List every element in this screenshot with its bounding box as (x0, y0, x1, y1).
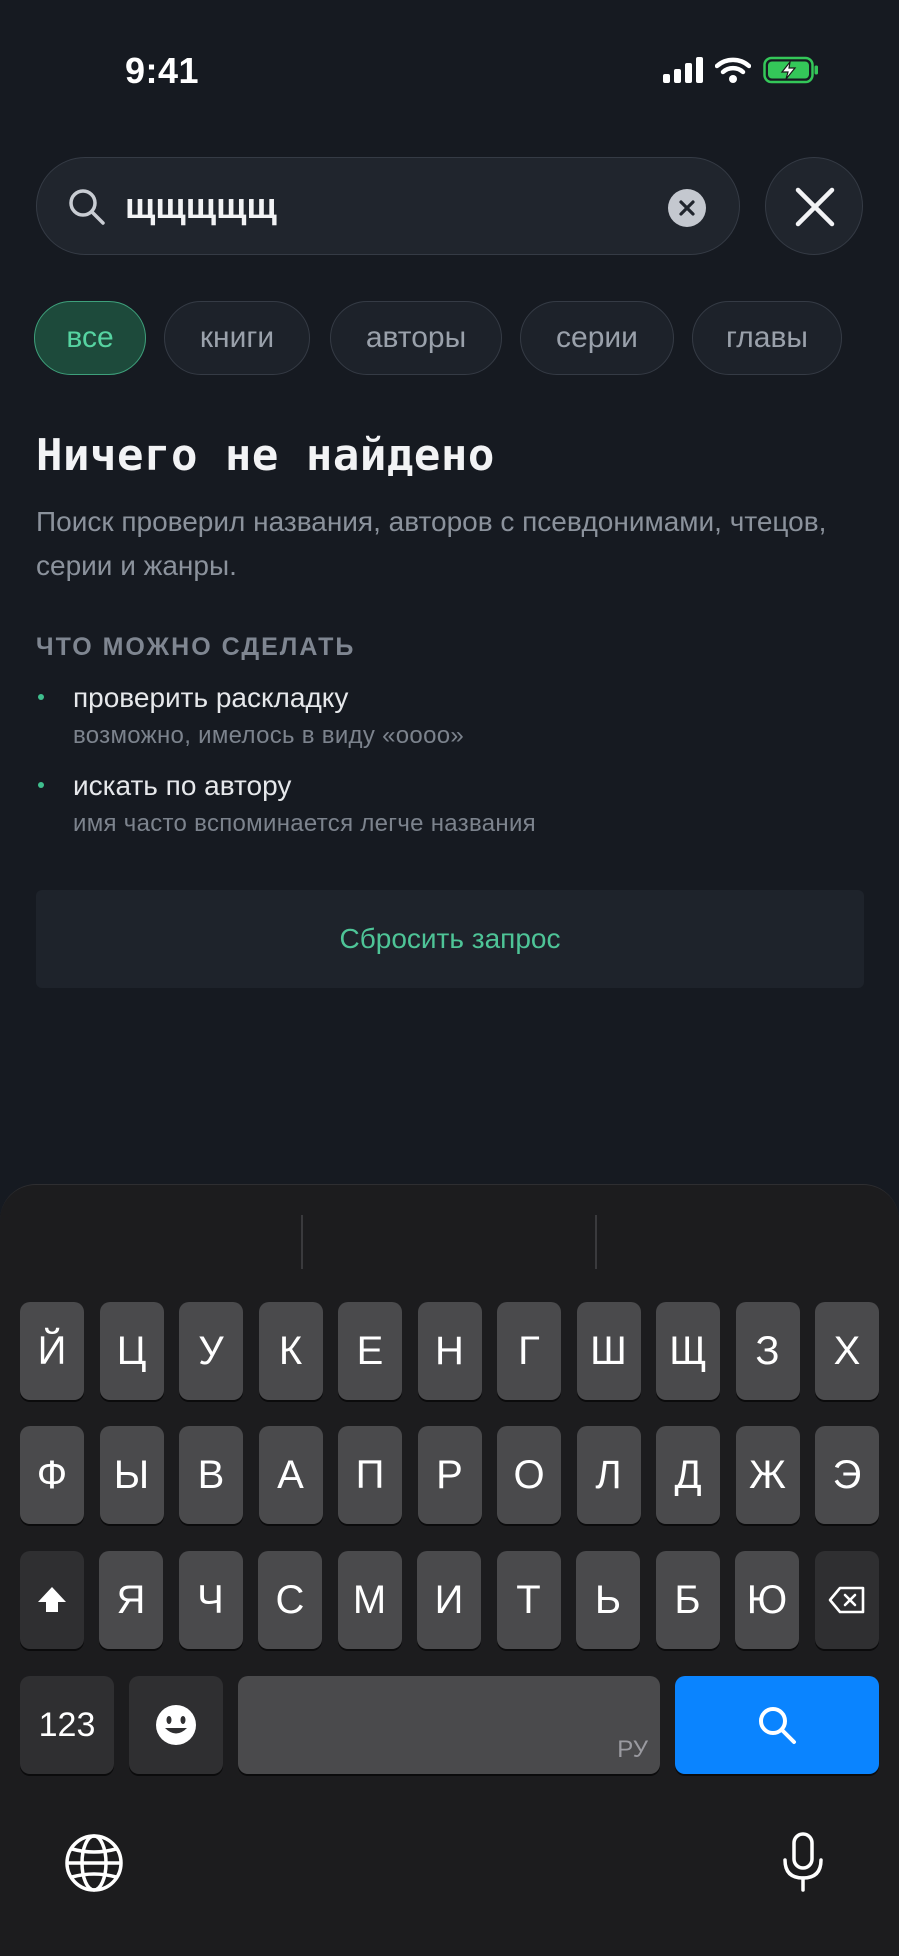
filter-chip-books[interactable]: книги (164, 301, 310, 375)
filter-chip-all[interactable]: все (34, 301, 146, 375)
key[interactable]: Д (656, 1426, 720, 1524)
suggestion-subtitle: имя часто вспоминается легче названия (73, 810, 536, 837)
filter-chip-series[interactable]: серии (520, 301, 674, 375)
globe-icon[interactable] (63, 1832, 125, 1894)
key[interactable]: Й (20, 1302, 84, 1400)
key[interactable]: П (338, 1426, 402, 1524)
close-icon (795, 187, 835, 227)
language-label: РУ (617, 1736, 648, 1763)
key[interactable]: Ю (735, 1551, 799, 1649)
microphone-icon[interactable] (780, 1832, 826, 1894)
key[interactable]: И (417, 1551, 481, 1649)
battery-charging-icon (763, 56, 818, 84)
key[interactable]: Ж (735, 1426, 800, 1524)
close-search-button[interactable] (765, 157, 863, 255)
shift-icon (38, 1587, 66, 1612)
search-screen: 9:41 щщщщщ все книги авторы серии главы … (0, 0, 899, 1184)
cellular-signal-icon (663, 57, 703, 83)
key[interactable]: Т (496, 1551, 561, 1649)
shift-key[interactable] (20, 1551, 84, 1649)
search-input[interactable]: щщщщщ (125, 185, 277, 227)
key[interactable]: З (735, 1302, 800, 1400)
suggestion-title: проверить раскладку (73, 682, 349, 713)
key[interactable]: Б (655, 1551, 720, 1649)
key[interactable]: Г (497, 1302, 561, 1400)
key[interactable]: Е (338, 1302, 402, 1400)
key[interactable]: Ь (576, 1551, 640, 1649)
key[interactable]: Ч (178, 1551, 243, 1649)
search-key[interactable] (675, 1676, 879, 1774)
filter-chip-authors[interactable]: авторы (330, 301, 502, 375)
key[interactable]: Р (417, 1426, 482, 1524)
key[interactable]: Н (417, 1302, 482, 1400)
wifi-icon (715, 57, 751, 83)
emoji-icon (156, 1705, 196, 1745)
status-icons (663, 56, 819, 84)
key[interactable]: О (497, 1426, 561, 1524)
key[interactable]: Ы (99, 1426, 164, 1524)
key[interactable]: Л (576, 1426, 641, 1524)
key[interactable]: К (258, 1302, 323, 1400)
key[interactable]: Я (99, 1551, 163, 1649)
suggestion-subtitle: возможно, имелось в виду «oooo» (73, 722, 465, 749)
key[interactable]: Щ (656, 1302, 720, 1400)
emoji-key[interactable] (129, 1676, 223, 1774)
clear-search-icon[interactable] (668, 189, 706, 227)
key[interactable]: М (337, 1551, 402, 1649)
bullet-icon (38, 782, 44, 788)
status-time: 9:41 (125, 50, 200, 91)
key[interactable]: В (179, 1426, 243, 1524)
key[interactable]: Ц (99, 1302, 164, 1400)
suggestions-heading: ЧТО МОЖНО СДЕЛАТЬ (36, 633, 356, 661)
space-key[interactable]: РУ (238, 1676, 660, 1774)
key[interactable]: А (258, 1426, 323, 1524)
key[interactable]: Ф (20, 1426, 84, 1524)
reset-query-button[interactable]: Сбросить запрос (36, 890, 864, 988)
numbers-key[interactable]: 123 (20, 1676, 114, 1774)
suggestion-divider (595, 1215, 597, 1269)
empty-state-title: Ничего не найдено (36, 430, 495, 481)
bullet-icon (38, 694, 44, 700)
backspace-key[interactable] (815, 1551, 879, 1649)
search-icon (69, 189, 105, 225)
search-field[interactable]: щщщщщ (36, 157, 740, 255)
suggestion-title: искать по автору (73, 770, 292, 801)
key[interactable]: Э (815, 1426, 879, 1524)
filter-chip-chapters[interactable]: главы (692, 301, 842, 375)
key[interactable]: Ш (576, 1302, 641, 1400)
key[interactable]: С (258, 1551, 322, 1649)
key[interactable]: Х (815, 1302, 879, 1400)
key[interactable]: У (179, 1302, 243, 1400)
empty-state-description: Поиск проверил названия, авторов с псевд… (36, 506, 827, 581)
backspace-icon (828, 1586, 865, 1614)
search-icon (759, 1707, 796, 1744)
suggestion-divider (301, 1215, 303, 1269)
